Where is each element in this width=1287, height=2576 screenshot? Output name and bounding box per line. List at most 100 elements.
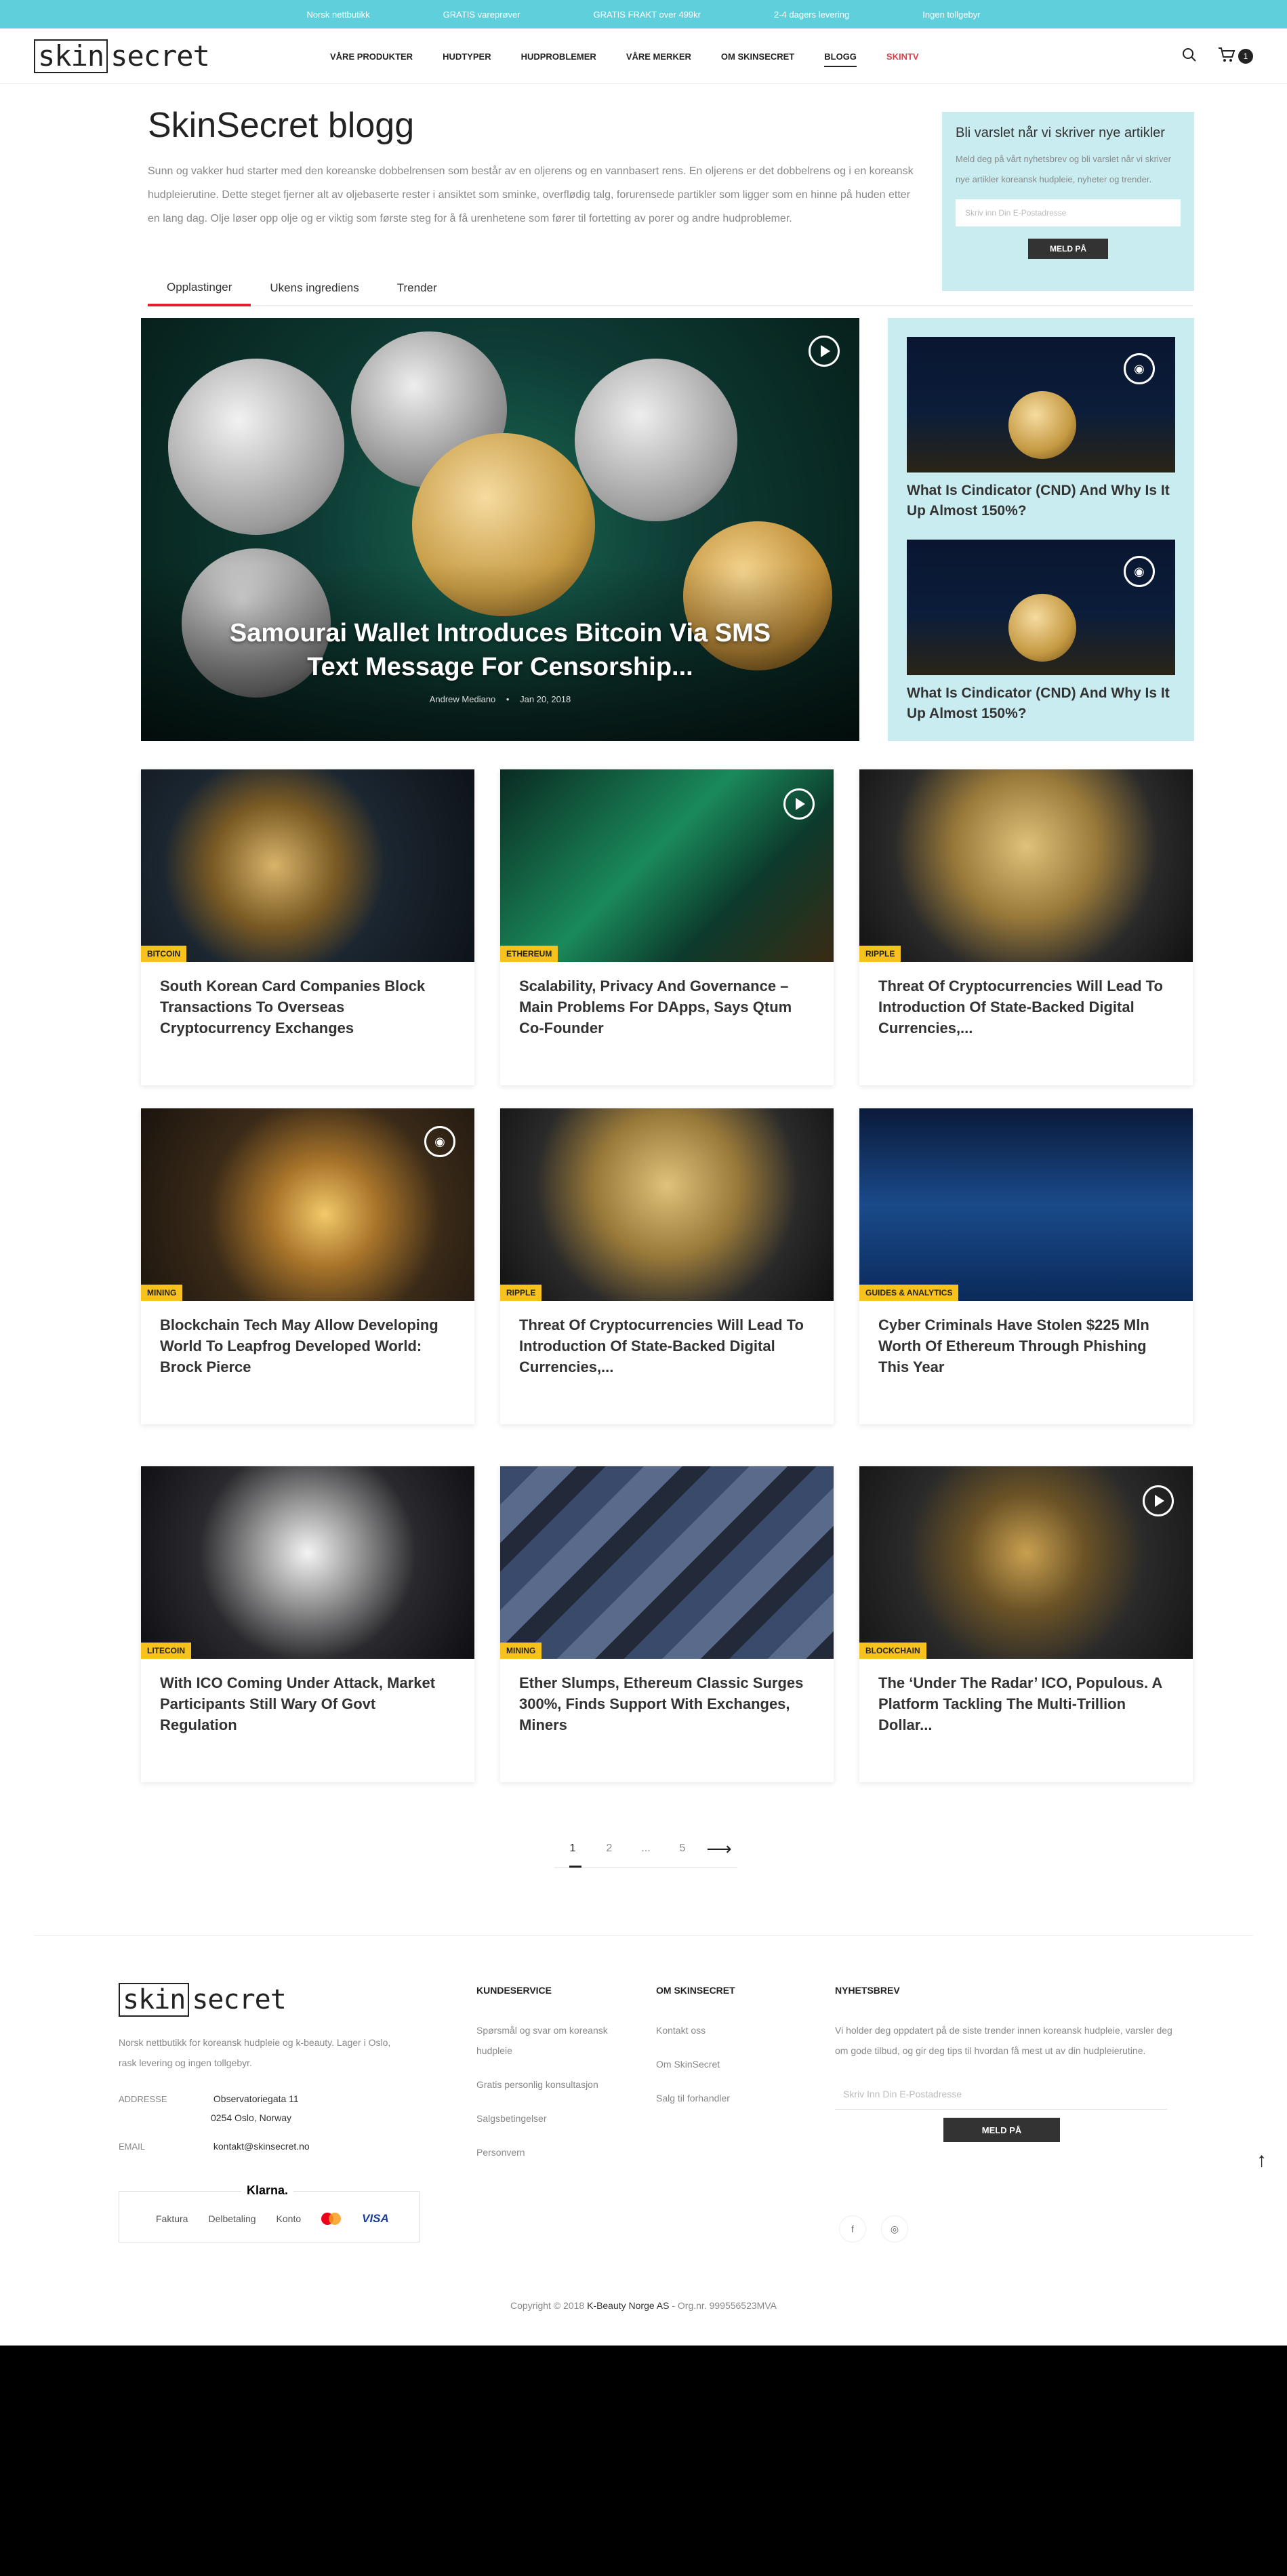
copyright-company[interactable]: K-Beauty Norge AS — [587, 2300, 669, 2311]
post-image: ETHEREUM — [500, 769, 834, 962]
category-tag[interactable]: BITCOIN — [141, 946, 187, 962]
announcement-item: GRATIS FRAKT over 499kr — [593, 9, 701, 20]
footer-logo[interactable]: skin secret — [119, 1983, 287, 2017]
next-page-arrow-icon[interactable]: ⟶ — [701, 1838, 737, 1859]
email-link[interactable]: kontakt@skinsecret.no — [213, 2141, 310, 2152]
announcement-bar: Norsk nettbutikk GRATIS vareprøver GRATI… — [0, 0, 1287, 28]
post-card[interactable]: RIPPLE Threat Of Cryptocurrencies Will L… — [859, 769, 1193, 1085]
video-play-icon[interactable] — [1143, 1485, 1174, 1516]
sidebar-featured: ◉ What Is Cindicator (CND) And Why Is It… — [888, 318, 1194, 741]
newsletter-subscribe-button[interactable]: MELD PÅ — [1028, 239, 1108, 259]
post-title[interactable]: South Korean Card Companies Block Transa… — [141, 962, 474, 1039]
copyright-suffix: - Org.nr. 999556523MVA — [672, 2300, 777, 2311]
footer-subscribe-button[interactable]: MELD PÅ — [943, 2118, 1060, 2142]
footer-link[interactable]: Salg til forhandler — [656, 2088, 792, 2108]
site-header: skin secret VÅRE PRODUKTER HUDTYPER HUDP… — [0, 28, 1287, 84]
post-title[interactable]: Ether Slumps, Ethereum Classic Surges 30… — [500, 1659, 834, 1735]
cart-button[interactable]: 1 — [1218, 47, 1253, 66]
post-title[interactable]: Cyber Criminals Have Stolen $225 Mln Wor… — [859, 1301, 1193, 1377]
footer-link[interactable]: Salgsbetingelser — [476, 2108, 612, 2129]
category-tag[interactable]: RIPPLE — [500, 1285, 542, 1301]
page: Norsk nettbutikk GRATIS vareprøver GRATI… — [0, 0, 1287, 2346]
category-tag[interactable]: GUIDES & ANALYTICS — [859, 1285, 959, 1301]
payment-methods: Klarna. Faktura Delbetaling Konto VISA — [119, 2183, 420, 2242]
post-image: MINING — [500, 1466, 834, 1659]
sidebar-post-title[interactable]: What Is Cindicator (CND) And Why Is It U… — [907, 683, 1175, 724]
scroll-to-top-icon[interactable]: ↑ — [1257, 2149, 1267, 2172]
nav-item-skintv[interactable]: SKINTV — [886, 52, 919, 62]
post-title[interactable]: Threat Of Cryptocurrencies Will Lead To … — [859, 962, 1193, 1039]
nav-item-skin-problems[interactable]: HUDPROBLEMER — [521, 52, 596, 62]
nav-item-products[interactable]: VÅRE PRODUKTER — [330, 52, 413, 62]
payment-invoice: Faktura — [156, 2213, 188, 2224]
video-play-icon[interactable] — [809, 336, 840, 367]
footer-link[interactable]: Spørsmål og svar om koreansk hudpleie — [476, 2020, 612, 2061]
post-card[interactable]: ETHEREUM Scalability, Privacy And Govern… — [500, 769, 834, 1085]
page-title: SkinSecret blogg — [148, 106, 415, 145]
sidebar-post[interactable]: ◉ What Is Cindicator (CND) And Why Is It… — [907, 337, 1175, 521]
logo-part-skin: skin — [34, 39, 108, 73]
post-title[interactable]: The ‘Under The Radar’ ICO, Populous. A P… — [859, 1659, 1193, 1735]
post-card[interactable]: ◉ MINING Blockchain Tech May Allow Devel… — [141, 1108, 474, 1424]
category-tag[interactable]: BLOCKCHAIN — [859, 1643, 926, 1659]
page-2[interactable]: 2 — [591, 1843, 628, 1855]
footer-newsletter-text: Vi holder deg oppdatert på de siste tren… — [835, 2025, 1172, 2056]
page-5[interactable]: 5 — [664, 1843, 701, 1855]
search-icon[interactable] — [1181, 47, 1198, 66]
tab-trends[interactable]: Trender — [378, 271, 456, 305]
hero-author[interactable]: Andrew Mediano — [430, 694, 496, 704]
post-card[interactable]: BLOCKCHAIN The ‘Under The Radar’ ICO, Po… — [859, 1466, 1193, 1782]
post-title[interactable]: Blockchain Tech May Allow Developing Wor… — [141, 1301, 474, 1377]
category-tag[interactable]: MINING — [500, 1643, 542, 1659]
hero-meta: Andrew Mediano • Jan 20, 2018 — [429, 694, 571, 704]
footer-link[interactable]: Kontakt oss — [656, 2020, 792, 2040]
page-1[interactable]: 1 — [554, 1843, 591, 1868]
nav-item-blog[interactable]: BLOGG — [824, 52, 857, 67]
copyright-prefix: Copyright © 2018 — [510, 2300, 585, 2311]
featured-post[interactable]: Samourai Wallet Introduces Bitcoin Via S… — [141, 318, 859, 741]
announcement-item: GRATIS vareprøver — [443, 9, 520, 20]
tab-uploads[interactable]: Opplastinger — [148, 271, 251, 306]
post-title[interactable]: Scalability, Privacy And Governance – Ma… — [500, 962, 834, 1039]
post-title[interactable]: Threat Of Cryptocurrencies Will Lead To … — [500, 1301, 834, 1377]
footer-link[interactable]: Gratis personlig konsultasjon — [476, 2074, 612, 2095]
sidebar-post-image: ◉ — [907, 337, 1175, 472]
footer-link[interactable]: Om SkinSecret — [656, 2054, 792, 2074]
post-card[interactable]: MINING Ether Slumps, Ethereum Classic Su… — [500, 1466, 834, 1782]
payment-account: Konto — [276, 2213, 302, 2224]
footer-col-title: KUNDESERVICE — [476, 1985, 552, 1996]
site-logo[interactable]: skin secret — [34, 39, 210, 73]
newsletter-email-input[interactable]: Skriv inn Din E-Postadresse — [956, 199, 1181, 226]
instagram-icon[interactable]: ◎ — [881, 2215, 908, 2242]
category-tag[interactable]: RIPPLE — [859, 946, 901, 962]
post-card[interactable]: GUIDES & ANALYTICS Cyber Criminals Have … — [859, 1108, 1193, 1424]
post-card[interactable]: BITCOIN South Korean Card Companies Bloc… — [141, 769, 474, 1085]
hero-title[interactable]: Samourai Wallet Introduces Bitcoin Via S… — [222, 616, 778, 684]
category-tag[interactable]: LITECOIN — [141, 1643, 191, 1659]
tab-ingredient-of-week[interactable]: Ukens ingrediens — [251, 271, 377, 305]
footer-about: OM SKINSECRET Kontakt oss Om SkinSecret … — [656, 1985, 792, 2122]
category-tag[interactable]: ETHEREUM — [500, 946, 558, 962]
sidebar-post-title[interactable]: What Is Cindicator (CND) And Why Is It U… — [907, 481, 1175, 521]
post-card[interactable]: LITECOIN With ICO Coming Under Attack, M… — [141, 1466, 474, 1782]
post-title[interactable]: With ICO Coming Under Attack, Market Par… — [141, 1659, 474, 1735]
payment-installment: Delbetaling — [208, 2213, 256, 2224]
facebook-icon[interactable]: f — [839, 2215, 866, 2242]
footer-link[interactable]: Personvern — [476, 2142, 612, 2162]
hero-date: Jan 20, 2018 — [520, 694, 571, 704]
footer-col-title: OM SKINSECRET — [656, 1985, 735, 1996]
newsletter-box: Bli varslet når vi skriver nye artikler … — [942, 112, 1194, 291]
post-image: ◉ MINING — [141, 1108, 474, 1301]
sidebar-post[interactable]: ◉ What Is Cindicator (CND) And Why Is It… — [907, 540, 1175, 724]
nav-item-about[interactable]: OM SKINSECRET — [721, 52, 794, 62]
logo-part-secret: secret — [192, 1984, 286, 2015]
post-image: RIPPLE — [859, 769, 1193, 962]
address-line2: 0254 Oslo, Norway — [211, 2112, 292, 2123]
header-icons: 1 — [1181, 28, 1253, 84]
category-tag[interactable]: MINING — [141, 1285, 183, 1301]
post-card[interactable]: RIPPLE Threat Of Cryptocurrencies Will L… — [500, 1108, 834, 1424]
video-play-icon[interactable] — [783, 788, 815, 820]
nav-item-skin-types[interactable]: HUDTYPER — [443, 52, 491, 62]
footer-email-input[interactable]: Skriv Inn Din E-Postadresse — [835, 2078, 1167, 2110]
nav-item-brands[interactable]: VÅRE MERKER — [626, 52, 691, 62]
